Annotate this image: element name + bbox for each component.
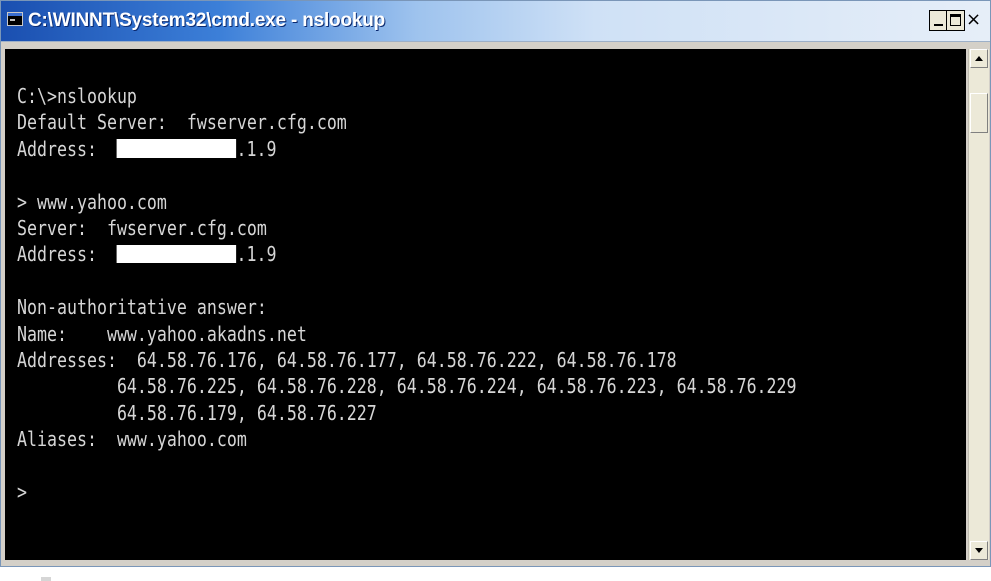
text-cursor xyxy=(41,577,51,581)
scroll-down-arrow-icon[interactable] xyxy=(970,541,988,560)
cmd-window: C:\WINNT\System32\cmd.exe - nslookup × C… xyxy=(0,0,991,581)
maximize-icon xyxy=(950,14,961,26)
console-area[interactable]: C:\>nslookup Default Server: fwserver.cf… xyxy=(5,49,966,581)
close-icon: × xyxy=(965,9,982,30)
console-line: C:\>nslookup xyxy=(17,84,137,108)
console-line: Server: fwserver.cfg.com xyxy=(17,216,267,241)
console-line: Default Server: fwserver.cfg.com xyxy=(17,110,347,135)
maximize-button[interactable] xyxy=(946,10,965,31)
minimize-icon xyxy=(934,24,943,26)
console-line: Non-authoritative answer: xyxy=(17,295,267,320)
close-button[interactable]: × xyxy=(964,10,983,31)
console-line: 64.58.76.179, 64.58.76.227 xyxy=(17,400,377,425)
console-prompt: > xyxy=(17,480,27,505)
console-line: Aliases: www.yahoo.com xyxy=(17,427,247,452)
redacted-block xyxy=(116,245,237,264)
scroll-thumb[interactable] xyxy=(970,93,988,133)
console-line: Address: xyxy=(17,242,117,267)
vertical-scrollbar[interactable] xyxy=(968,49,989,560)
console-line: .1.9 xyxy=(236,242,277,267)
console-line: Address: xyxy=(17,136,117,161)
console-line: 64.58.76.225, 64.58.76.228, 64.58.76.224… xyxy=(17,374,797,399)
console-line: Addresses: 64.58.76.176, 64.58.76.177, 6… xyxy=(17,348,677,373)
window-title: C:\WINNT\System32\cmd.exe - nslookup xyxy=(28,10,386,31)
console-line: Name: www.yahoo.akadns.net xyxy=(17,321,307,346)
title-bar[interactable]: C:\WINNT\System32\cmd.exe - nslookup × xyxy=(1,1,990,42)
redacted-block xyxy=(116,139,237,158)
console-line: > www.yahoo.com xyxy=(17,189,167,214)
console-app-icon[interactable] xyxy=(7,12,23,26)
scroll-up-arrow-icon[interactable] xyxy=(970,49,988,68)
console-output: C:\>nslookup Default Server: fwserver.cf… xyxy=(17,83,797,506)
console-line: .1.9 xyxy=(236,136,277,161)
